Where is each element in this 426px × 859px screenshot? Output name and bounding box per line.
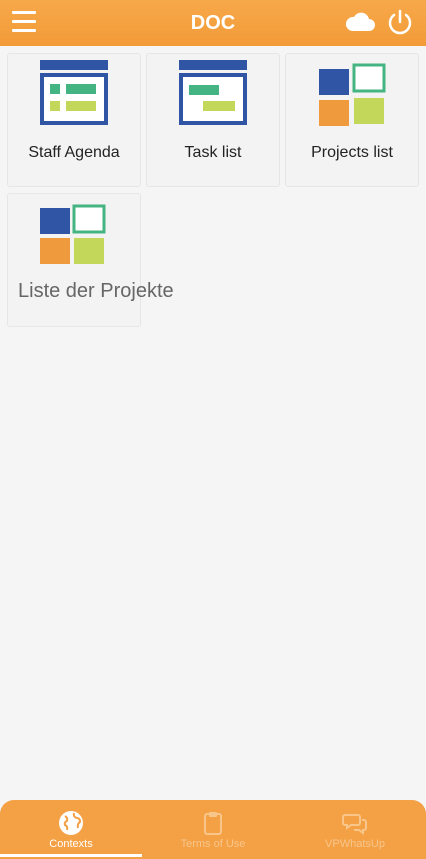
app-header: DOC [0, 0, 426, 46]
task-list-icon [179, 60, 247, 125]
tile-label: Projects list [311, 144, 393, 161]
tile-label: Task list [184, 144, 242, 161]
nav-label: VPWhatsUp [325, 838, 385, 850]
chat-bubbles-icon [342, 814, 367, 835]
nav-label: Contexts [49, 838, 93, 850]
tile-label: Liste der Projekte [18, 280, 174, 302]
tile-liste-der-projekte[interactable]: Liste der Projekte [7, 193, 174, 327]
nav-contexts[interactable]: Contexts [0, 800, 142, 859]
tile-staff-agenda[interactable]: Staff Agenda [7, 53, 141, 187]
projects-grid-icon [40, 204, 106, 264]
bottom-navigation: Contexts Terms of Use VPWhatsUp [0, 800, 426, 859]
nav-terms-of-use[interactable]: Terms of Use [142, 800, 284, 859]
agenda-icon [40, 60, 108, 125]
nav-label: Terms of Use [180, 838, 246, 850]
tile-label: Staff Agenda [28, 144, 120, 161]
active-tab-indicator [0, 854, 142, 857]
nav-vpwhatsup[interactable]: VPWhatsUp [284, 800, 426, 859]
globe-icon [59, 811, 83, 835]
tile-projects-list[interactable]: Projects list [285, 53, 419, 187]
projects-grid-icon [319, 63, 386, 126]
tile-task-list[interactable]: Task list [146, 53, 280, 187]
power-icon[interactable] [386, 8, 414, 36]
cloud-icon[interactable] [344, 9, 376, 35]
clipboard-icon [204, 812, 222, 835]
